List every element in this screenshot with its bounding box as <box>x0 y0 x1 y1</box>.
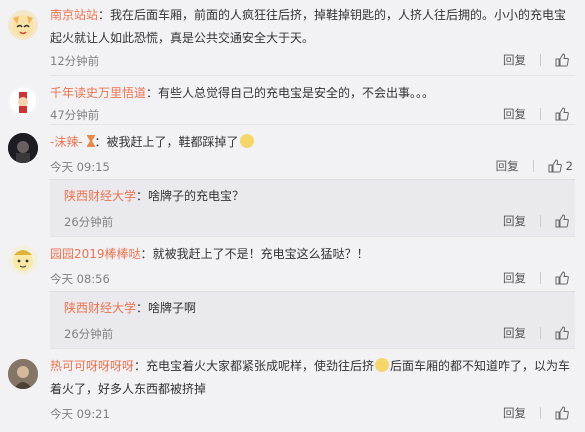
hourglass-icon <box>86 135 95 147</box>
comment-body: 有些人总觉得自己的充电宝是安全的，不会出事。。。 <box>158 86 435 100</box>
reply-username[interactable]: 陕西财经大学 <box>64 301 136 315</box>
reply-time: 26分钟前 <box>64 327 114 341</box>
thumbs-up-icon <box>555 214 569 228</box>
comment-username[interactable]: 热可可呀呀呀呀 <box>50 359 134 373</box>
comment-5: 热可可呀呀呀呀：充电宝着火大家都紧张成呢样，使劲往后挤 后面车厢的都不知道咋了，以… <box>0 349 585 432</box>
thumbs-up-icon <box>555 326 569 340</box>
thumbs-up-icon <box>555 107 569 121</box>
reply-username[interactable]: 陕西财经大学 <box>64 189 136 203</box>
reply-text: 陕西财经大学：啥牌子的充电宝？ <box>64 189 245 203</box>
comment-actions: 回复 <box>503 52 573 68</box>
like-button[interactable] <box>555 326 573 340</box>
comment-username[interactable]: 千年读史万里悟道 <box>50 86 146 100</box>
comment-text: 南京站站：我在后面车厢，前面的人疯狂往后挤，掉鞋掉钥匙的，人挤人往后拥的。小小的… <box>50 8 567 45</box>
comment-body: 充电宝着火大家都紧张成呢样，使劲往后挤 <box>146 359 375 373</box>
comment-2: 千年读史万里悟道：有些人总觉得自己的充电宝是安全的，不会出事。。。 47分钟前 … <box>0 76 585 124</box>
reply-button[interactable]: 回复 <box>496 158 519 174</box>
thumbs-up-icon <box>555 406 569 420</box>
divider <box>540 327 541 339</box>
comment-text: 热可可呀呀呀呀：充电宝着火大家都紧张成呢样，使劲往后挤 后面车厢的都不知道咋了，以… <box>50 358 571 396</box>
comment-actions: 回复 <box>503 270 573 286</box>
comment-text: 园园2019棒棒哒：就被我赶上了不是！充电宝这么猛哒？！ <box>50 247 369 261</box>
comment-text: -沫辣- ：被我赶上了，鞋都踩掉了 <box>50 131 575 154</box>
comment-actions: 回复 2 <box>496 158 573 174</box>
comment-actions: 回复 <box>503 405 573 421</box>
like-count: 2 <box>565 159 573 173</box>
thumbs-up-icon <box>548 159 562 173</box>
reply-body: 啥牌子的充电宝？ <box>148 189 245 203</box>
reply-button[interactable]: 回复 <box>503 325 526 341</box>
comment-time: 47分钟前 <box>50 108 100 122</box>
sweat-emoji-icon <box>375 358 390 372</box>
avatar[interactable] <box>8 245 38 275</box>
like-button[interactable] <box>555 214 573 228</box>
comment-body: 就被我赶上了不是！充电宝这么猛哒？！ <box>152 247 369 261</box>
reply-body: 啥牌子啊 <box>148 301 197 315</box>
comment-time: 今天 09:21 <box>50 407 110 421</box>
comment-text: 千年读史万里悟道：有些人总觉得自己的充电宝是安全的，不会出事。。。 <box>50 86 435 100</box>
reply-thread: 陕西财经大学：啥牌子的充电宝？ 26分钟前 回复 <box>50 179 575 236</box>
reply-thread: 陕西财经大学：啥牌子啊 26分钟前 回复 <box>50 291 575 348</box>
comment-time: 12分钟前 <box>50 54 100 68</box>
reply-actions: 回复 <box>503 213 573 229</box>
reply-button[interactable]: 回复 <box>503 52 526 68</box>
reply-button[interactable]: 回复 <box>503 270 526 286</box>
divider <box>540 272 541 284</box>
divider <box>540 407 541 419</box>
avatar[interactable] <box>8 359 38 389</box>
comment-3: -沫辣- ：被我赶上了，鞋都踩掉了 今天 09:15 回复 2 陕西财经大学：啥… <box>0 125 585 236</box>
thumbs-up-icon <box>555 271 569 285</box>
reply-button[interactable]: 回复 <box>503 213 526 229</box>
reply-text: 陕西财经大学：啥牌子啊 <box>64 301 197 315</box>
like-button[interactable] <box>555 107 573 121</box>
thumbs-up-icon <box>555 53 569 67</box>
like-button[interactable] <box>555 406 573 420</box>
divider <box>540 108 541 120</box>
like-button[interactable] <box>555 271 573 285</box>
reply-time: 26分钟前 <box>64 215 114 229</box>
comment-username[interactable]: 园园2019棒棒哒 <box>50 247 141 261</box>
avatar[interactable] <box>8 86 38 116</box>
divider <box>540 54 541 66</box>
comment-1: 南京站站：我在后面车厢，前面的人疯狂往后挤，掉鞋掉钥匙的，人挤人往后拥的。小小的… <box>0 0 585 74</box>
avatar[interactable] <box>8 133 38 163</box>
comment-actions: 回复 <box>503 106 573 122</box>
comment-time: 今天 08:56 <box>50 272 110 286</box>
comment-body: 我在后面车厢，前面的人疯狂往后挤，掉鞋掉钥匙的，人挤人往后拥的。小小的充电宝起火… <box>50 8 567 45</box>
divider <box>532 160 534 172</box>
comment-username[interactable]: -沫辣- <box>50 135 83 149</box>
like-button[interactable] <box>555 53 573 67</box>
comment-body: 被我赶上了，鞋都踩掉了 <box>106 135 239 149</box>
reply-button[interactable]: 回复 <box>503 405 526 421</box>
comment-username[interactable]: 南京站站 <box>50 8 98 22</box>
comment-time: 今天 09:15 <box>50 160 110 174</box>
reply-button[interactable]: 回复 <box>503 106 526 122</box>
reply-actions: 回复 <box>503 325 573 341</box>
like-button[interactable]: 2 <box>548 159 573 173</box>
comment-4: 园园2019棒棒哒：就被我赶上了不是！充电宝这么猛哒？！ 今天 08:56 回复… <box>0 237 585 348</box>
avatar[interactable] <box>8 10 38 40</box>
crying-emoji-icon <box>239 134 254 148</box>
divider <box>540 215 541 227</box>
